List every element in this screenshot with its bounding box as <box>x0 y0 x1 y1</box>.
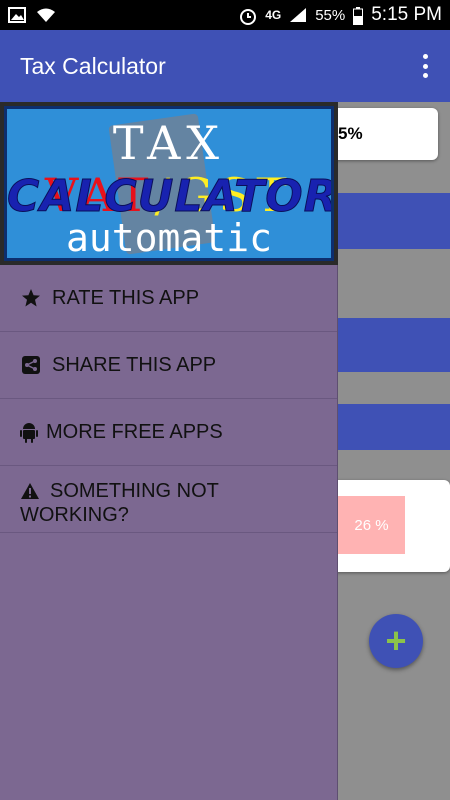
menu-item-report-issue[interactable]: SOMETHING NOT WORKING? <box>0 466 337 533</box>
status-bar: 4G 55% 5:15 PM <box>0 0 450 30</box>
menu-item-share[interactable]: SHARE THIS APP <box>0 332 337 399</box>
clock: 5:15 PM <box>371 4 442 25</box>
input-card-value: 5% <box>338 124 363 143</box>
star-icon <box>20 287 42 309</box>
menu-item-label: SOMETHING NOT WORKING? <box>20 480 219 526</box>
percent-box[interactable]: 26 % <box>338 496 405 554</box>
banner-tax: TAX <box>112 116 226 170</box>
app-banner: TAX VAT/GST CALCULATOR automatic <box>4 106 334 261</box>
overflow-menu-icon[interactable] <box>420 54 430 78</box>
menu-item-more-apps[interactable]: MORE FREE APPS <box>0 399 337 466</box>
add-button[interactable]: + <box>369 614 423 668</box>
menu-item-label: SHARE THIS APP <box>52 354 217 376</box>
battery-icon <box>353 7 364 25</box>
share-icon <box>20 354 42 376</box>
menu-item-rate[interactable]: RATE THIS APP <box>0 265 337 332</box>
warning-icon <box>20 482 42 504</box>
app-title: Tax Calculator <box>20 52 166 79</box>
drawer-header: TAX VAT/GST CALCULATOR automatic <box>0 102 338 265</box>
drawer-menu: RATE THIS APP SHARE THIS APP MORE FREE A… <box>0 265 337 533</box>
menu-item-label-wrap: SOMETHING NOT WORKING? <box>20 480 317 526</box>
menu-item-label: RATE THIS APP <box>52 287 200 309</box>
gallery-icon <box>8 7 26 23</box>
banner-automatic: automatic <box>66 216 272 260</box>
navigation-drawer: TAX VAT/GST CALCULATOR automatic RATE TH… <box>0 102 338 800</box>
battery-percent: 55% <box>315 6 346 24</box>
wifi-icon <box>36 7 55 23</box>
network-type: 4G <box>265 8 282 22</box>
banner-calculator: CALCULATOR <box>7 171 334 223</box>
app-bar: Tax Calculator <box>0 30 450 102</box>
android-icon <box>18 421 40 443</box>
signal-icon <box>289 7 307 23</box>
alarm-icon <box>239 7 257 25</box>
menu-item-label: MORE FREE APPS <box>46 421 223 443</box>
